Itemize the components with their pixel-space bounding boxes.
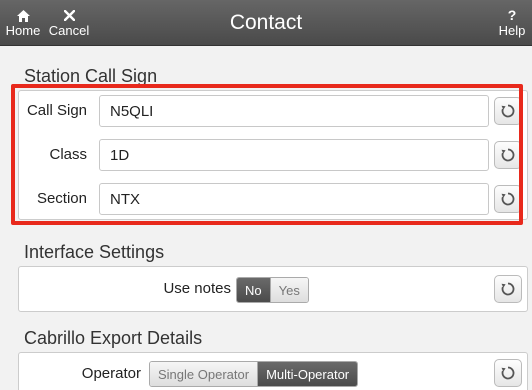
home-icon (16, 8, 30, 24)
class-label: Class (49, 146, 87, 163)
interface-settings-header: Interface Settings (24, 242, 165, 262)
cabrillo-export-header: Cabrillo Export Details (24, 328, 203, 348)
use-notes-yes-option[interactable]: Yes (269, 278, 308, 302)
use-notes-toggle[interactable]: No Yes (236, 277, 309, 303)
help-button[interactable]: ? Help (494, 4, 530, 42)
question-icon: ? (507, 7, 517, 24)
station-call-sign-card: Call Sign N5QLI Class 1D Section NTX (18, 90, 528, 220)
close-icon (63, 8, 75, 24)
call-sign-label: Call Sign (26, 102, 87, 119)
refresh-icon (501, 104, 515, 118)
class-field[interactable]: 1D (99, 139, 489, 171)
home-button[interactable]: Home (2, 4, 44, 42)
help-label: Help (498, 22, 526, 38)
operator-reset-button[interactable] (494, 359, 522, 387)
cancel-button[interactable]: Cancel (46, 4, 92, 42)
use-notes-reset-button[interactable] (494, 275, 522, 303)
class-reset-button[interactable] (494, 141, 522, 169)
interface-settings-card: Use notes No Yes (18, 266, 528, 312)
refresh-icon (501, 366, 515, 380)
top-toolbar: Contact Home Cancel ? Help (0, 0, 532, 46)
cabrillo-export-card: Operator Single Operator Multi-Operator (18, 352, 528, 390)
refresh-icon (501, 192, 515, 206)
refresh-icon (501, 148, 515, 162)
operator-label: Operator (81, 365, 141, 382)
home-label: Home (5, 22, 41, 38)
refresh-icon (501, 282, 515, 296)
cancel-label: Cancel (48, 22, 90, 38)
multi-operator-option[interactable]: Multi-Operator (257, 362, 358, 386)
single-operator-option[interactable]: Single Operator (150, 362, 258, 386)
section-reset-button[interactable] (494, 185, 522, 213)
call-sign-reset-button[interactable] (494, 97, 522, 125)
station-call-sign-header: Station Call Sign (24, 66, 158, 86)
use-notes-label: Use notes (163, 280, 231, 297)
section-field[interactable]: NTX (99, 183, 489, 215)
operator-toggle[interactable]: Single Operator Multi-Operator (149, 361, 359, 387)
use-notes-no-option[interactable]: No (237, 278, 270, 302)
call-sign-field[interactable]: N5QLI (99, 95, 489, 127)
section-label: Section (36, 190, 87, 207)
